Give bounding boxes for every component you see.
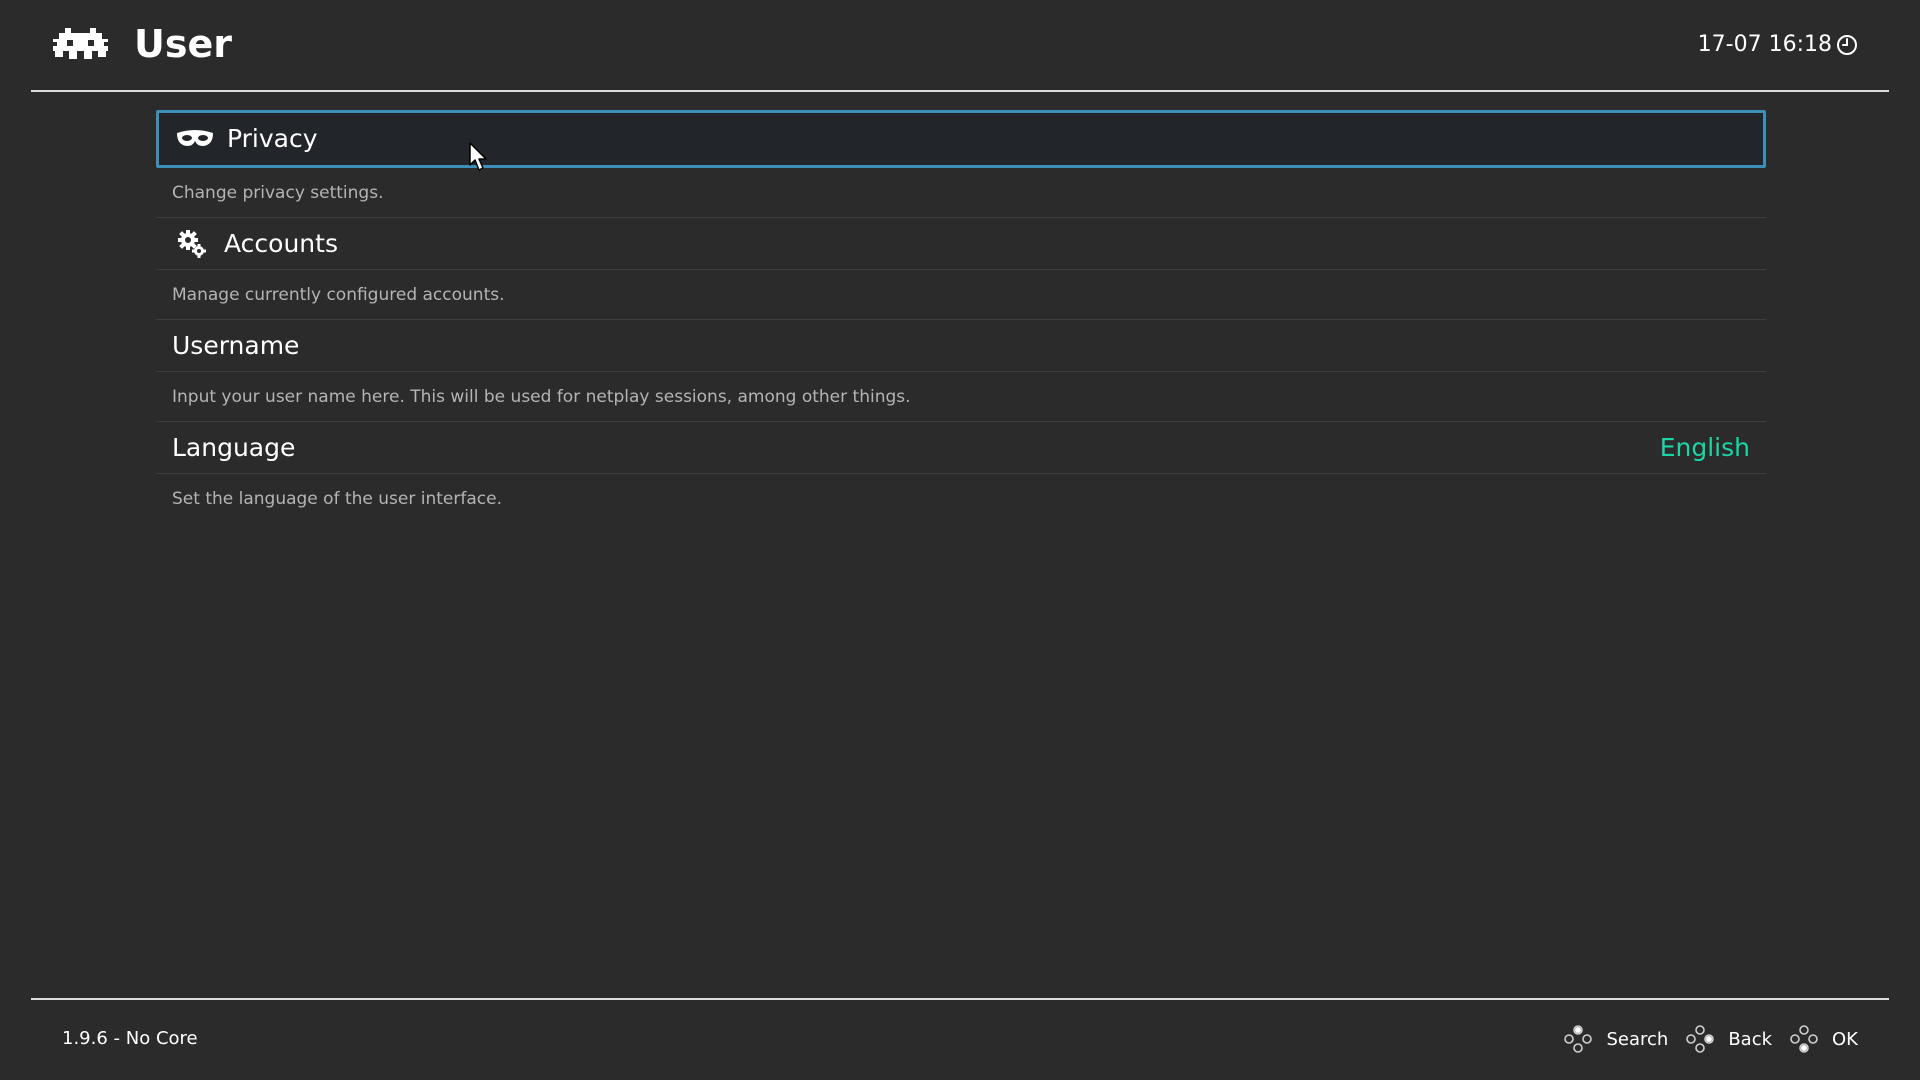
menu-entry-username: Username Input your user name here. This… <box>156 320 1766 422</box>
menu-item-label: Username <box>172 330 300 360</box>
language-value[interactable]: English <box>1660 433 1750 462</box>
ok-action-button[interactable]: OK <box>1790 1025 1858 1053</box>
version-label: 1.9.6 - No Core <box>62 1028 198 1049</box>
retroarch-window: User 17-07 16:18 Privacy Change privacy … <box>0 0 1920 1080</box>
menu-item-label: Privacy <box>227 124 318 153</box>
action-label: Back <box>1728 1028 1773 1050</box>
menu-item-privacy[interactable]: Privacy <box>156 110 1766 168</box>
menu-item-label: Language <box>172 432 296 462</box>
menu-item-language[interactable]: Language English <box>156 422 1766 474</box>
footer-actions: Search Back OK <box>1546 1024 1858 1054</box>
menu-entry-accounts: Accounts Manage currently configured acc… <box>156 218 1766 320</box>
clock-text: 17-07 16:18 <box>1697 32 1832 57</box>
search-action-button[interactable]: Search <box>1564 1025 1668 1053</box>
menu-item-description: Input your user name here. This will be … <box>156 372 1766 422</box>
page-title: User <box>134 22 232 66</box>
menu-item-username[interactable]: Username <box>156 320 1766 372</box>
back-action-button[interactable]: Back <box>1686 1025 1772 1053</box>
menu-item-label: Accounts <box>224 228 338 258</box>
clock-icon <box>1837 35 1857 55</box>
mouse-pointer-icon <box>469 142 487 171</box>
mask-icon <box>163 129 227 149</box>
gamepad-button-icon <box>1686 1025 1715 1053</box>
menu-entry-language: Language English Set the language of the… <box>156 422 1766 524</box>
action-label: Search <box>1606 1028 1669 1050</box>
retroarch-invader-icon <box>53 28 108 59</box>
gamepad-button-icon <box>1564 1025 1593 1053</box>
clock: 17-07 16:18 <box>1698 30 1858 60</box>
menu-item-description: Change privacy settings. <box>156 168 1766 218</box>
menu-entry-privacy: Privacy Change privacy settings. <box>156 110 1766 218</box>
footer-divider <box>31 998 1889 1000</box>
action-label: OK <box>1832 1028 1858 1050</box>
header: User 17-07 16:18 <box>0 0 1920 91</box>
menu-item-description: Set the language of the user interface. <box>172 489 502 509</box>
menu-item-description: Manage currently configured accounts. <box>156 270 1766 320</box>
gamepad-button-icon <box>1790 1025 1818 1053</box>
menu-item-accounts[interactable]: Accounts <box>156 218 1766 270</box>
header-divider <box>31 90 1889 92</box>
gears-icon <box>160 229 224 259</box>
settings-list: Privacy Change privacy settings. Account… <box>156 110 1766 524</box>
